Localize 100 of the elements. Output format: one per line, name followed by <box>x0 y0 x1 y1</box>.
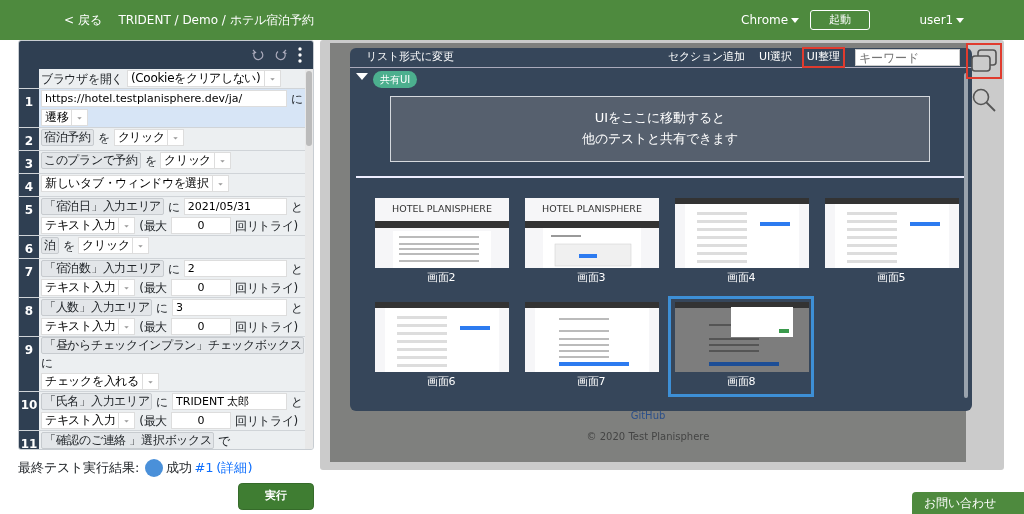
result-status: 成功 <box>165 459 192 477</box>
search-icon <box>972 88 996 112</box>
retry-count-field[interactable]: 0 <box>171 217 231 234</box>
step-row[interactable]: https://hotel.testplanisphere.dev/ja/ に 遷移 <box>39 89 305 127</box>
step-text: (最大 <box>139 217 167 235</box>
step-number: 1 <box>19 89 39 127</box>
screen-thumbnail[interactable]: 画面5 <box>818 191 964 293</box>
step-text: に <box>168 198 180 216</box>
step-text: と <box>291 198 303 216</box>
breadcrumb-text: TRIDENT / Demo / ホテル宿泊予約 <box>118 12 314 29</box>
element-label[interactable]: 宿泊予約 <box>41 129 94 146</box>
retry-count-field[interactable]: 0 <box>171 412 231 429</box>
details-link[interactable]: (詳細) <box>216 458 253 478</box>
step-text: 回リトライ) <box>235 412 298 430</box>
site-header-text: HOTEL PLANISPHERE <box>391 201 493 216</box>
step-row[interactable]: 「昼からチェックインプラン」チェックボックス に チェックを入れる <box>39 337 305 391</box>
step-number: 7 <box>19 259 39 297</box>
action-select[interactable]: チェックを入れる <box>41 373 159 390</box>
caret-icon <box>790 17 799 23</box>
element-label[interactable]: 「確認のご連絡 」選択ボックス <box>41 432 215 449</box>
value-field[interactable]: TRIDENT 太郎 <box>172 393 288 410</box>
step-text: (最大 <box>139 412 167 430</box>
action-select[interactable]: 新しいタブ・ウィンドウを選択 <box>41 175 229 192</box>
contact-tab[interactable]: お問い合わせ <box>912 492 1024 514</box>
screen-label: 画面8 <box>725 374 757 391</box>
action-select[interactable]: クリック <box>160 152 232 169</box>
screen-label: 画面4 <box>725 269 757 286</box>
toolbar-action[interactable]: セクション追加 <box>664 48 750 67</box>
element-label[interactable]: 「宿泊日」入力エリア <box>41 198 164 215</box>
keyword-field[interactable]: キーワード <box>855 49 960 66</box>
screen-thumbnail[interactable]: 画面6 <box>368 296 514 397</box>
toolbar-action[interactable]: UI選択 <box>754 48 797 67</box>
element-label[interactable]: 「人数」入力エリア <box>41 299 153 316</box>
list-view-toggle[interactable]: リスト形式に変更 <box>362 48 458 67</box>
step-text: に <box>291 90 303 108</box>
action-select[interactable]: テキスト入力 <box>41 412 136 429</box>
action-select[interactable]: 遷移 <box>41 109 89 126</box>
scrollbar[interactable] <box>964 73 968 398</box>
action-select[interactable]: クリック <box>78 237 150 254</box>
step-text: (最大 <box>139 279 167 297</box>
step-text: に <box>41 355 53 372</box>
screen-label: 画面7 <box>575 374 607 391</box>
step-number: 3 <box>19 151 39 173</box>
action-select[interactable]: テキスト入力 <box>41 217 136 234</box>
element-label[interactable]: 「宿泊数」入力エリア <box>41 260 164 277</box>
result-label: 最終テスト実行結果: <box>18 459 140 477</box>
user-menu[interactable]: user1 <box>902 11 964 29</box>
step-number: 5 <box>19 197 39 235</box>
step-number: 6 <box>19 236 39 258</box>
value-field[interactable]: 3 <box>172 299 288 316</box>
element-label[interactable]: 「氏名」入力エリア <box>41 393 153 410</box>
screen-label: 画面6 <box>425 374 457 391</box>
caret-icon <box>956 17 964 23</box>
stacked-windows-icon <box>971 49 997 73</box>
redo-icon <box>275 49 287 61</box>
step-text: 回リトライ) <box>235 217 298 235</box>
screen-label: 画面3 <box>575 269 607 286</box>
step-text: (最大 <box>139 318 167 336</box>
launch-button[interactable]: 起動 <box>809 9 870 31</box>
step-text: と <box>291 299 303 317</box>
step-text: に <box>156 393 168 411</box>
value-field[interactable]: 2021/05/31 <box>183 198 288 215</box>
element-label[interactable]: 泊 <box>41 237 59 254</box>
toolbar-action[interactable]: UI整理 <box>801 47 845 68</box>
screen-label: 画面2 <box>425 269 457 286</box>
screen-label: 画面5 <box>875 269 907 286</box>
action-select[interactable]: テキスト入力 <box>41 318 136 335</box>
shared-ui-badge: 共有UI <box>373 70 418 88</box>
step-number: 2 <box>19 128 39 150</box>
screen-thumbnail[interactable]: 画面4 <box>668 191 814 293</box>
step-text: 回リトライ) <box>235 318 298 336</box>
run-button[interactable]: 実行 <box>238 483 314 510</box>
undo-icon <box>252 49 264 61</box>
screen-thumbnail[interactable]: 画面8 <box>668 296 814 397</box>
action-select[interactable]: テキスト入力 <box>41 279 136 296</box>
step-text: に <box>156 299 168 317</box>
step-text: ブラウザを開く <box>41 70 123 88</box>
screen-thumbnail[interactable]: HOTEL PLANISPHERE 画面2 <box>368 191 514 293</box>
run-link[interactable]: #1 <box>194 458 214 478</box>
step-text: で <box>218 432 231 449</box>
element-label[interactable]: 「昼からチェックインプラン」チェックボックス <box>41 337 305 354</box>
step-text: 回リトライ) <box>235 279 298 297</box>
retry-count-field[interactable]: 0 <box>171 279 231 296</box>
back-link[interactable]: < 戻る <box>64 11 102 29</box>
browser-dropdown[interactable]: Chrome <box>741 11 799 29</box>
scrollbar[interactable] <box>305 69 313 449</box>
drop-zone-text: 他のテストと共有できます <box>581 129 739 148</box>
screen-thumbnail[interactable]: HOTEL PLANISPHERE 画面3 <box>518 191 664 293</box>
step-text: と <box>291 393 303 411</box>
action-select[interactable]: クリック <box>113 129 185 146</box>
value-field[interactable]: https://hotel.testplanisphere.dev/ja/ <box>41 90 288 107</box>
screen-thumbnail[interactable]: 画面7 <box>518 296 664 397</box>
action-select[interactable]: (Cookieをクリアしない) <box>126 70 281 87</box>
value-field[interactable]: 2 <box>183 260 288 277</box>
step-text: と <box>291 260 303 278</box>
windows-tool-button[interactable] <box>966 43 1002 79</box>
retry-count-field[interactable]: 0 <box>171 318 231 335</box>
element-label[interactable]: このプランで予約 <box>41 152 141 169</box>
step-text: を <box>62 237 75 255</box>
status-dot-icon <box>144 458 163 477</box>
